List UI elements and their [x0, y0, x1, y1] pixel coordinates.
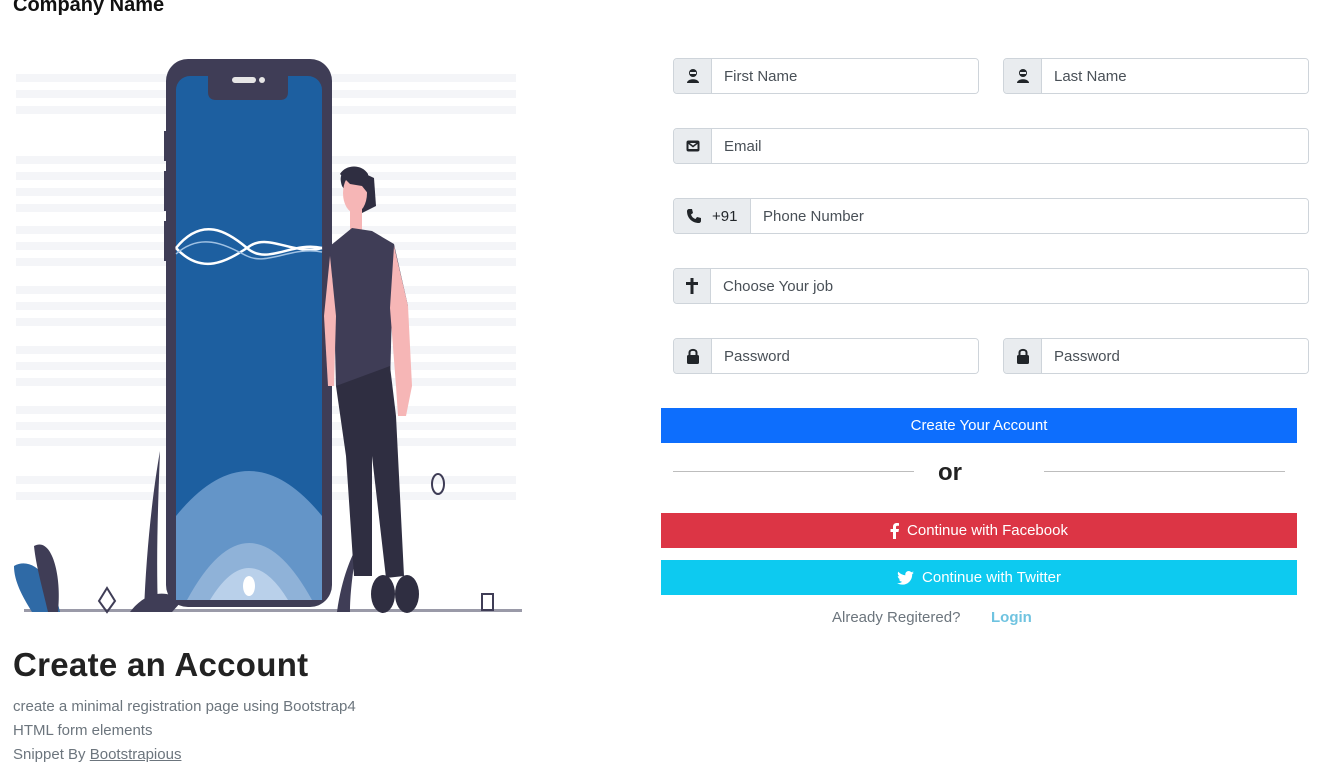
- lock-icon: [1004, 339, 1042, 373]
- twitter-icon: [897, 570, 914, 585]
- phone-number-input[interactable]: [751, 199, 1308, 233]
- facebook-button[interactable]: Continue with Facebook: [661, 513, 1297, 548]
- hero-description: create a minimal registration page using…: [13, 695, 356, 767]
- user-icon: [1004, 59, 1042, 93]
- envelope-icon: [674, 129, 712, 163]
- phone-addon: +91: [674, 199, 751, 233]
- login-link[interactable]: Login: [991, 609, 1032, 626]
- credit-link[interactable]: Bootstrapious: [90, 746, 182, 763]
- description-line-1: create a minimal registration page using…: [13, 698, 356, 715]
- facebook-icon: [890, 522, 900, 539]
- first-name-group: [673, 58, 979, 94]
- password-group: [673, 338, 979, 374]
- phone-country-code: +91: [712, 207, 738, 225]
- company-name: Company Name: [13, 0, 165, 16]
- divider-left: [673, 471, 914, 472]
- confirm-password-input[interactable]: [1042, 339, 1308, 373]
- description-line-2: HTML form elements: [13, 722, 153, 739]
- already-registered-text: Already Regitered?: [832, 609, 961, 626]
- credit-prefix: Snippet By: [13, 746, 90, 763]
- phone-icon: [687, 209, 701, 223]
- password-input[interactable]: [712, 339, 978, 373]
- twitter-label: Continue with Twitter: [922, 569, 1061, 586]
- email-input[interactable]: [712, 129, 1308, 163]
- create-account-label: Create Your Account: [910, 417, 1048, 434]
- credit-line: Snippet By Bootstrapious: [13, 743, 356, 767]
- first-name-input[interactable]: [712, 59, 978, 93]
- job-select[interactable]: [711, 269, 1308, 303]
- user-icon: [674, 59, 712, 93]
- hero-illustration: [14, 59, 522, 614]
- facebook-label: Continue with Facebook: [907, 522, 1068, 539]
- twitter-button[interactable]: Continue with Twitter: [661, 560, 1297, 595]
- confirm-password-group: [1003, 338, 1309, 374]
- or-separator: or: [938, 459, 962, 486]
- cross-icon: [674, 269, 711, 303]
- page-title: Create an Account: [13, 646, 309, 683]
- job-group: [673, 268, 1309, 304]
- lock-icon: [674, 339, 712, 373]
- divider-right: [1044, 471, 1285, 472]
- phone-group: +91: [673, 198, 1309, 234]
- last-name-input[interactable]: [1042, 59, 1308, 93]
- last-name-group: [1003, 58, 1309, 94]
- create-account-button[interactable]: Create Your Account: [661, 408, 1297, 443]
- email-group: [673, 128, 1309, 164]
